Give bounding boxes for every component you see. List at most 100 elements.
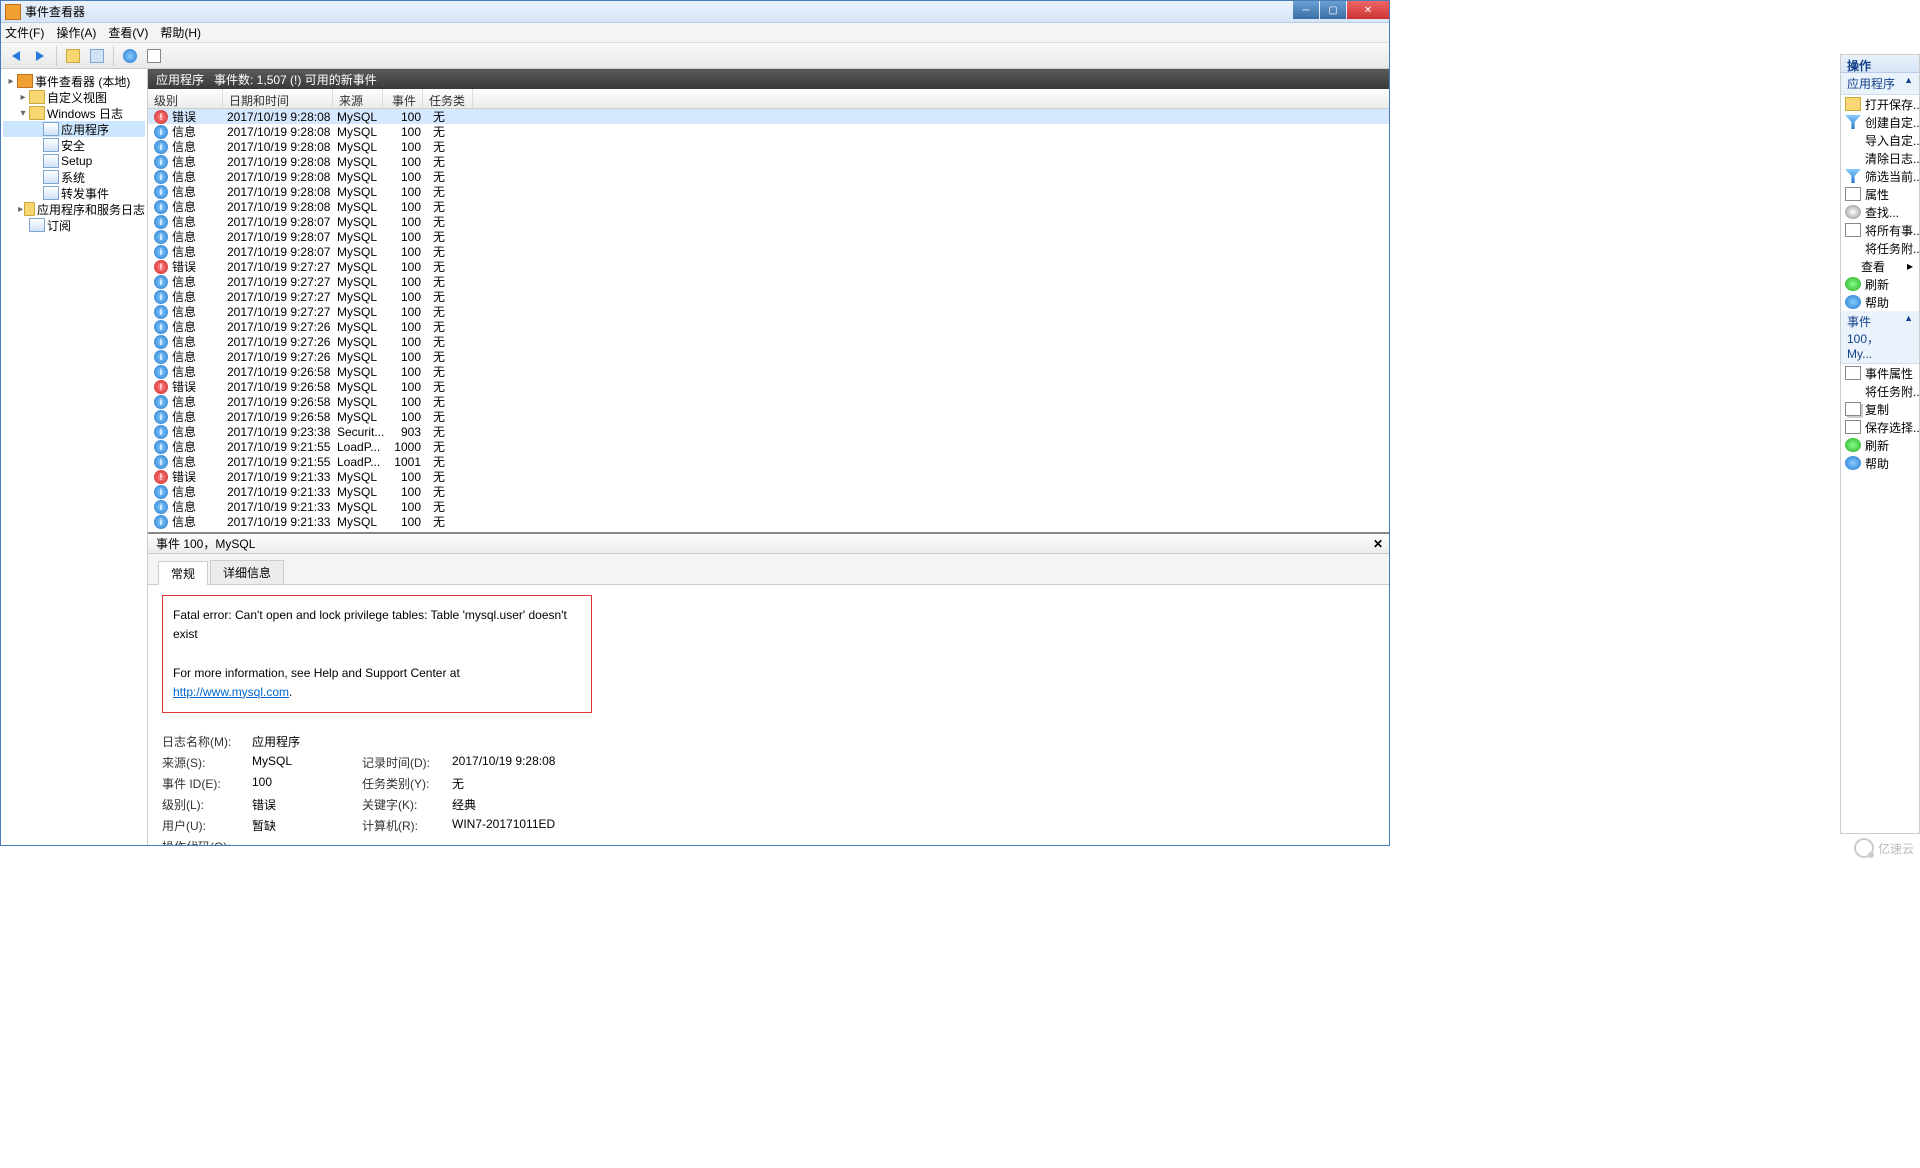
- action-help2[interactable]: 帮助: [1841, 454, 1919, 472]
- show-tree-button[interactable]: [62, 45, 84, 67]
- table-row[interactable]: i信息2017/10/19 9:28:07MySQL100无: [148, 244, 1389, 259]
- prop-computer-label: 计算机(R):: [362, 817, 452, 834]
- table-row[interactable]: i信息2017/10/19 9:21:33MySQL100无: [148, 514, 1389, 529]
- tab-general[interactable]: 常规: [158, 561, 208, 585]
- event-rows[interactable]: !错误2017/10/19 9:28:08MySQL100无i信息2017/10…: [148, 109, 1389, 532]
- properties-icon: [1845, 366, 1861, 380]
- table-row[interactable]: i信息2017/10/19 9:21:55LoadP...1001无: [148, 454, 1389, 469]
- titlebar[interactable]: 事件查看器 ─ ▢ ✕: [1, 1, 1389, 23]
- row-source: MySQL: [337, 515, 387, 529]
- table-row[interactable]: !错误2017/10/19 9:28:08MySQL100无: [148, 109, 1389, 124]
- action-find[interactable]: 查找...: [1841, 203, 1919, 221]
- table-row[interactable]: i信息2017/10/19 9:28:07MySQL100无: [148, 229, 1389, 244]
- table-row[interactable]: i信息2017/10/19 9:26:58MySQL100无: [148, 364, 1389, 379]
- action-properties[interactable]: 属性: [1841, 185, 1919, 203]
- table-row[interactable]: i信息2017/10/19 9:21:33MySQL100无: [148, 484, 1389, 499]
- action-help[interactable]: 帮助: [1841, 293, 1919, 311]
- action-create-custom[interactable]: 创建自定...: [1841, 113, 1919, 131]
- col-datetime[interactable]: 日期和时间: [223, 89, 333, 108]
- prop-logged-label: 记录时间(D):: [362, 754, 452, 771]
- col-id[interactable]: 事件 ID: [383, 89, 423, 108]
- tree-security[interactable]: 安全: [3, 137, 145, 153]
- maximize-button[interactable]: ▢: [1320, 1, 1346, 19]
- table-row[interactable]: !错误2017/10/19 9:21:33MySQL100无: [148, 469, 1389, 484]
- row-datetime: 2017/10/19 9:26:58: [227, 395, 337, 409]
- menu-file[interactable]: 文件(F): [5, 24, 44, 41]
- table-row[interactable]: i信息2017/10/19 9:27:27MySQL100无: [148, 274, 1389, 289]
- col-category[interactable]: 任务类别: [423, 89, 473, 108]
- table-row[interactable]: i信息2017/10/19 9:26:58MySQL100无: [148, 409, 1389, 424]
- table-row[interactable]: i信息2017/10/19 9:28:08MySQL100无: [148, 154, 1389, 169]
- menu-view[interactable]: 查看(V): [108, 24, 148, 41]
- table-row[interactable]: i信息2017/10/19 9:28:08MySQL100无: [148, 199, 1389, 214]
- action-import-custom[interactable]: 导入自定...: [1841, 131, 1919, 149]
- table-row[interactable]: i信息2017/10/19 9:23:38Securit...903无: [148, 424, 1389, 439]
- row-datetime: 2017/10/19 9:28:08: [227, 110, 337, 124]
- tree-subscriptions[interactable]: 订阅: [3, 217, 145, 233]
- tree-application[interactable]: 应用程序: [3, 121, 145, 137]
- actions-section-app[interactable]: 应用程序▲: [1841, 73, 1919, 95]
- row-source: MySQL: [337, 335, 387, 349]
- action-clear-log[interactable]: 清除日志...: [1841, 149, 1919, 167]
- action-event-attach[interactable]: 将任务附...: [1841, 382, 1919, 400]
- action-save-all[interactable]: 将所有事...: [1841, 221, 1919, 239]
- prop-keywords-value: 经典: [452, 796, 612, 813]
- tree-root[interactable]: ▸事件查看器 (本地): [3, 73, 145, 89]
- table-row[interactable]: !错误2017/10/19 9:27:27MySQL100无: [148, 259, 1389, 274]
- tab-details[interactable]: 详细信息: [210, 560, 284, 584]
- tree-setup[interactable]: Setup: [3, 153, 145, 169]
- action-refresh2[interactable]: 刷新: [1841, 436, 1919, 454]
- table-row[interactable]: i信息2017/10/19 9:27:26MySQL100无: [148, 319, 1389, 334]
- row-id: 100: [387, 500, 427, 514]
- tree-forwarded[interactable]: 转发事件: [3, 185, 145, 201]
- copy-icon: [1845, 402, 1861, 416]
- info-icon: i: [154, 320, 168, 334]
- table-row[interactable]: i信息2017/10/19 9:27:27MySQL100无: [148, 304, 1389, 319]
- nav-tree[interactable]: ▸事件查看器 (本地) ▸自定义视图 ▾Windows 日志 应用程序 安全 S…: [1, 69, 148, 845]
- column-headers[interactable]: 级别 日期和时间 来源 事件 ID 任务类别: [148, 89, 1389, 109]
- forward-button[interactable]: [29, 45, 51, 67]
- row-source: MySQL: [337, 170, 387, 184]
- tree-system[interactable]: 系统: [3, 169, 145, 185]
- detail-close-button[interactable]: ✕: [1373, 537, 1383, 551]
- table-row[interactable]: !错误2017/10/19 9:26:58MySQL100无: [148, 379, 1389, 394]
- action-refresh[interactable]: 刷新: [1841, 275, 1919, 293]
- table-row[interactable]: i信息2017/10/19 9:27:26MySQL100无: [148, 334, 1389, 349]
- action-event-properties[interactable]: 事件属性: [1841, 364, 1919, 382]
- info-icon: i: [154, 170, 168, 184]
- action-attach-task[interactable]: 将任务附...: [1841, 239, 1919, 257]
- properties-button[interactable]: [86, 45, 108, 67]
- action-view[interactable]: 查看▸: [1841, 257, 1919, 275]
- table-row[interactable]: i信息2017/10/19 9:21:55LoadP...1000无: [148, 439, 1389, 454]
- table-row[interactable]: i信息2017/10/19 9:28:07MySQL100无: [148, 214, 1389, 229]
- menu-help[interactable]: 帮助(H): [160, 24, 201, 41]
- action-filter-current[interactable]: 筛选当前...: [1841, 167, 1919, 185]
- tree-windows-logs[interactable]: ▾Windows 日志: [3, 105, 145, 121]
- table-row[interactable]: i信息2017/10/19 9:28:08MySQL100无: [148, 169, 1389, 184]
- watermark-icon: [1854, 838, 1874, 858]
- table-row[interactable]: i信息2017/10/19 9:27:27MySQL100无: [148, 289, 1389, 304]
- col-level[interactable]: 级别: [148, 89, 223, 108]
- col-source[interactable]: 来源: [333, 89, 383, 108]
- prop-opcode-label: 操作代码(O):: [162, 838, 252, 845]
- table-row[interactable]: i信息2017/10/19 9:28:08MySQL100无: [148, 124, 1389, 139]
- back-button[interactable]: [5, 45, 27, 67]
- close-button[interactable]: ✕: [1347, 1, 1389, 19]
- export-button[interactable]: [143, 45, 165, 67]
- action-save-selected[interactable]: 保存选择...: [1841, 418, 1919, 436]
- row-datetime: 2017/10/19 9:28:08: [227, 170, 337, 184]
- table-row[interactable]: i信息2017/10/19 9:28:08MySQL100无: [148, 184, 1389, 199]
- tree-custom-views[interactable]: ▸自定义视图: [3, 89, 145, 105]
- menu-action[interactable]: 操作(A): [56, 24, 96, 41]
- event-message-link[interactable]: http://www.mysql.com: [173, 685, 289, 699]
- minimize-button[interactable]: ─: [1293, 1, 1319, 19]
- table-row[interactable]: i信息2017/10/19 9:27:26MySQL100无: [148, 349, 1389, 364]
- actions-section-event[interactable]: 事件 100，My...▲: [1841, 311, 1919, 364]
- action-open-saved[interactable]: 打开保存...: [1841, 95, 1919, 113]
- tree-app-services[interactable]: ▸应用程序和服务日志: [3, 201, 145, 217]
- table-row[interactable]: i信息2017/10/19 9:28:08MySQL100无: [148, 139, 1389, 154]
- table-row[interactable]: i信息2017/10/19 9:21:33MySQL100无: [148, 499, 1389, 514]
- action-copy[interactable]: 复制: [1841, 400, 1919, 418]
- table-row[interactable]: i信息2017/10/19 9:26:58MySQL100无: [148, 394, 1389, 409]
- help-button[interactable]: [119, 45, 141, 67]
